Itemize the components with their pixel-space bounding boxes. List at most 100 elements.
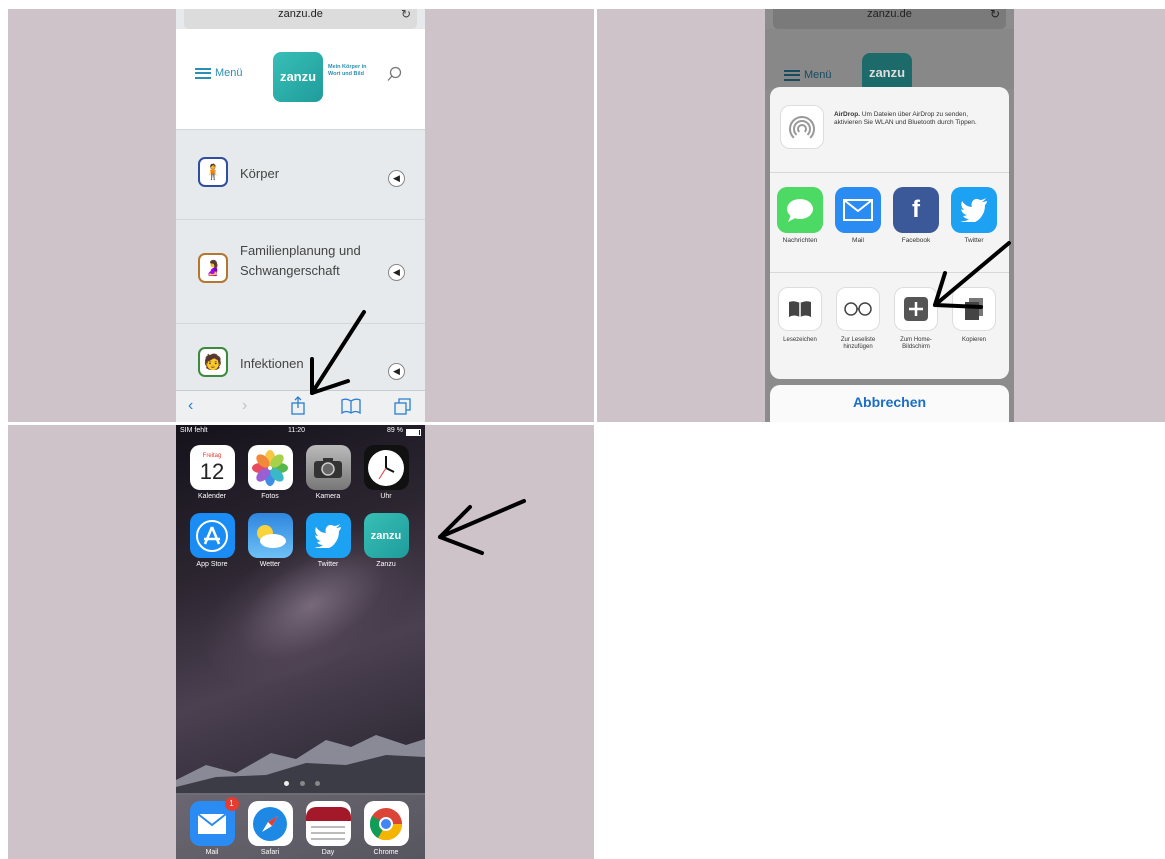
category-row[interactable]: 🤰 Familienplanung und Schwangerschaft ◀ [176,219,425,323]
share-sheet: AirDrop. Um Dateien über AirDrop zu send… [770,87,1009,379]
action-label: Zur Leseliste hinzufügen [840,337,876,350]
weather-icon [247,513,293,558]
dock: 1 Mail Safari Day Chrome [176,793,425,859]
app-label: Kamera [315,493,341,500]
speaker-icon[interactable]: ◀ [388,264,405,281]
phone-screen-share-sheet: zanzu.de ↻ Menü zanzu AirDrop. Um Dateie… [765,9,1014,422]
url-text: zanzu.de [867,9,912,20]
notification-badge: 1 [224,797,239,811]
action-bookmark[interactable]: Lesezeichen [772,287,828,344]
status-bar: SIM fehlt 11:20 89 % [176,427,425,439]
twitter-bird-icon [305,513,351,558]
app-photos[interactable]: Fotos [244,445,296,500]
airdrop-section[interactable]: AirDrop. Um Dateien über AirDrop zu send… [770,87,1009,173]
address-bar[interactable]: zanzu.de ↻ [773,9,1006,29]
battery-icon [406,429,421,436]
hamburger-icon [195,67,211,79]
speaker-icon[interactable]: ◀ [388,363,405,380]
reload-icon[interactable]: ↻ [401,9,411,20]
twitter-bird-icon [951,187,997,233]
action-label: Zum Home-Bildschirm [900,337,932,350]
app-store-icon [189,513,235,558]
dock-app-mail[interactable]: 1 Mail [186,797,239,856]
share-app-facebook[interactable]: f Facebook [888,187,944,244]
photos-flower-icon [247,445,293,490]
reload-icon[interactable]: ↻ [990,9,1000,20]
book-icon [778,287,822,331]
airdrop-description: AirDrop. Um Dateien über AirDrop zu send… [834,111,994,127]
share-app-twitter[interactable]: Twitter [946,187,1002,244]
calendar-icon: Freitag 12 [189,445,235,490]
back-icon[interactable]: ‹ [188,397,193,415]
menu-button: Menü [784,69,832,81]
forward-icon[interactable]: › [242,397,247,415]
share-app-label: Mail [852,237,864,244]
share-app-mail[interactable]: Mail [830,187,886,244]
app-clock[interactable]: Uhr [360,445,412,500]
app-calendar[interactable]: Freitag 12 Kalender [186,445,238,500]
speaker-icon[interactable]: ◀ [388,170,405,187]
app-label: Zanzu [376,561,396,568]
menu-label: Menü [215,67,243,79]
app-label: Safari [260,849,280,856]
action-label: Kopieren [961,337,987,343]
infection-icon: 🧑 [198,347,228,377]
menu-button[interactable]: Menü [195,67,243,79]
arrow-pointer [310,310,366,395]
url-text: zanzu.de [278,9,323,20]
chrome-icon [363,801,409,846]
camera-icon [305,445,351,490]
app-app-store[interactable]: App Store [186,513,238,568]
cancel-button[interactable]: Abbrechen [770,385,1009,422]
airdrop-title: AirDrop. [834,111,860,118]
site-header: Menü zanzu Mein Körper in Wort und Bild [176,29,425,129]
safari-compass-icon [247,801,293,846]
mail-icon [835,187,881,233]
search-icon[interactable] [386,66,402,82]
messages-icon [777,187,823,233]
action-label: Lesezeichen [783,337,817,343]
facebook-icon: f [893,187,939,233]
tabs-icon[interactable] [394,398,412,415]
app-twitter[interactable]: Twitter [302,513,354,568]
page-indicator[interactable] [284,781,320,789]
pregnancy-icon: 🤰 [198,253,228,283]
panel-share-sheet: zanzu.de ↻ Menü zanzu AirDrop. Um Dateie… [597,9,1165,422]
phone-screen-home: SIM fehlt 11:20 89 % Freitag 12 Kalender [176,425,425,859]
share-app-label: Nachrichten [782,237,818,244]
hamburger-icon [784,69,800,81]
zanzu-logo[interactable]: zanzu [273,52,323,102]
airdrop-icon[interactable] [780,105,824,149]
body-icon: 🧍 [198,157,228,187]
carrier-text: SIM fehlt [180,427,208,434]
arrow-pointer [438,499,526,555]
address-bar[interactable]: zanzu.de ↻ [184,9,417,29]
zanzu-icon: zanzu [363,513,409,558]
share-app-messages[interactable]: Nachrichten [772,187,828,244]
app-label: Day [321,849,335,856]
dock-app-day[interactable]: Day [302,801,354,856]
glasses-icon [836,287,880,331]
logo-tagline: Mein Körper in Wort und Bild [328,64,367,77]
app-zanzu[interactable]: zanzu Zanzu [360,513,412,568]
dock-app-chrome[interactable]: Chrome [360,801,412,856]
app-label: Uhr [380,493,392,500]
category-label: Familienplanung und Schwangerschaft [240,243,361,278]
app-camera[interactable]: Kamera [302,445,354,500]
clock-icon [363,445,409,490]
app-label: Chrome [373,849,399,856]
app-label: Wetter [259,561,281,568]
category-label: Körper [240,166,280,181]
arrow-pointer [933,241,1011,309]
battery-text: 89 % [387,427,403,434]
calendar-day: 12 [199,458,225,484]
day-app-icon [305,801,351,846]
panel-safari-page: zanzu.de ↻ Menü zanzu Mein Körper in Wor… [8,9,594,422]
app-label: Kalender [197,493,227,500]
action-reading-list[interactable]: Zur Leseliste hinzufügen [830,287,886,351]
app-label: Fotos [261,493,279,500]
category-row[interactable]: 🧍 Körper ◀ [176,129,425,219]
app-weather[interactable]: Wetter [244,513,296,568]
app-label: Mail [205,849,219,856]
dock-app-safari[interactable]: Safari [244,801,296,856]
